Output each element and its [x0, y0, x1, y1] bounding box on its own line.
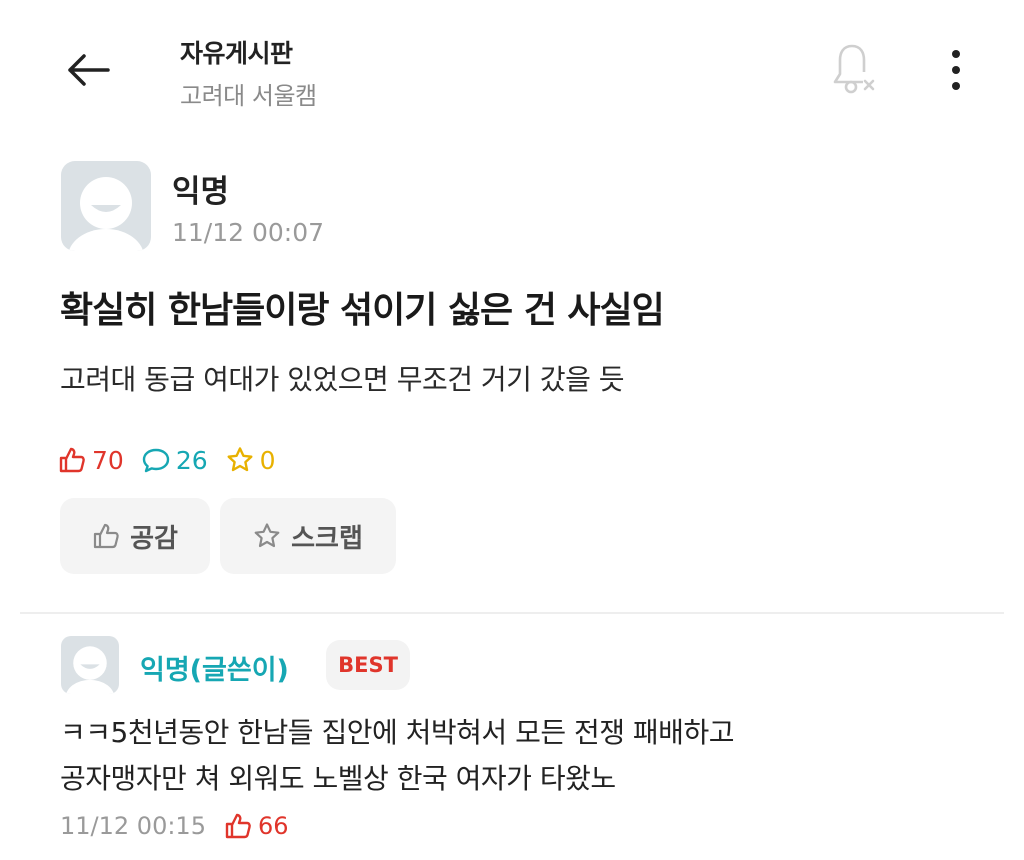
- best-badge: BEST: [326, 640, 410, 690]
- like-button-label: 공감: [130, 523, 178, 554]
- comment-meta: 11/12 00:15 66: [60, 808, 289, 844]
- app-header: 자유게시판 고려대 서울캠: [0, 0, 1024, 140]
- post-author: 익명: [172, 174, 230, 210]
- comment-count: 26: [175, 445, 208, 475]
- like-count-stat: 70: [58, 446, 124, 475]
- board-title: 자유게시판: [180, 39, 293, 68]
- arrow-left-icon: [68, 54, 110, 86]
- like-count: 70: [92, 445, 124, 475]
- comment-author: 익명(글쓴이): [140, 655, 289, 686]
- default-profile-icon: [66, 646, 114, 694]
- default-profile-icon: [68, 177, 144, 251]
- scrap-count: 0: [259, 445, 276, 475]
- comment-timestamp: 11/12 00:15: [60, 812, 206, 840]
- scrap-button[interactable]: 스크랩: [220, 498, 396, 574]
- comment-author-avatar: [61, 636, 119, 694]
- back-button[interactable]: [62, 46, 114, 94]
- more-options-button[interactable]: [934, 44, 978, 96]
- speech-bubble-icon: [142, 448, 170, 473]
- star-icon: [254, 523, 280, 548]
- comment-count-stat: 26: [142, 446, 208, 475]
- board-subtitle: 고려대 서울캠: [180, 82, 317, 110]
- more-vertical-icon: [952, 50, 960, 90]
- like-button[interactable]: 공감: [60, 498, 210, 574]
- comment-like-count: 66: [257, 812, 289, 840]
- post-title: 확실히 한남들이랑 섞이기 싫은 건 사실임: [60, 290, 665, 331]
- comment-line: 공자맹자만 쳐 외워도 노벨상 한국 여자가 타왔노: [60, 762, 616, 795]
- thumbs-up-icon: [93, 523, 119, 549]
- star-icon: [227, 447, 253, 472]
- scrap-count-stat: 0: [226, 446, 276, 475]
- author-avatar: [61, 161, 151, 251]
- thumbs-up-icon: [225, 813, 251, 839]
- post-stats: 70 26 0: [58, 442, 294, 478]
- comment-line: ㅋㅋ5천년동안 한남들 집안에 처박혀서 모든 전쟁 패배하고: [60, 716, 734, 749]
- thumbs-up-icon: [59, 447, 85, 473]
- post-timestamp: 11/12 00:07: [172, 218, 325, 247]
- bell-off-icon: [833, 44, 875, 94]
- post-body: 고려대 동급 여대가 있었으면 무조건 거기 갔을 듯: [60, 363, 625, 396]
- comment-like-count-stat: 66: [224, 812, 289, 840]
- section-divider: [20, 612, 1004, 614]
- scrap-button-label: 스크랩: [291, 523, 363, 554]
- comment-body: ㅋㅋ5천년동안 한남들 집안에 처박혀서 모든 전쟁 패배하고 공자맹자만 쳐 …: [60, 710, 734, 802]
- notification-toggle-button[interactable]: [828, 40, 882, 98]
